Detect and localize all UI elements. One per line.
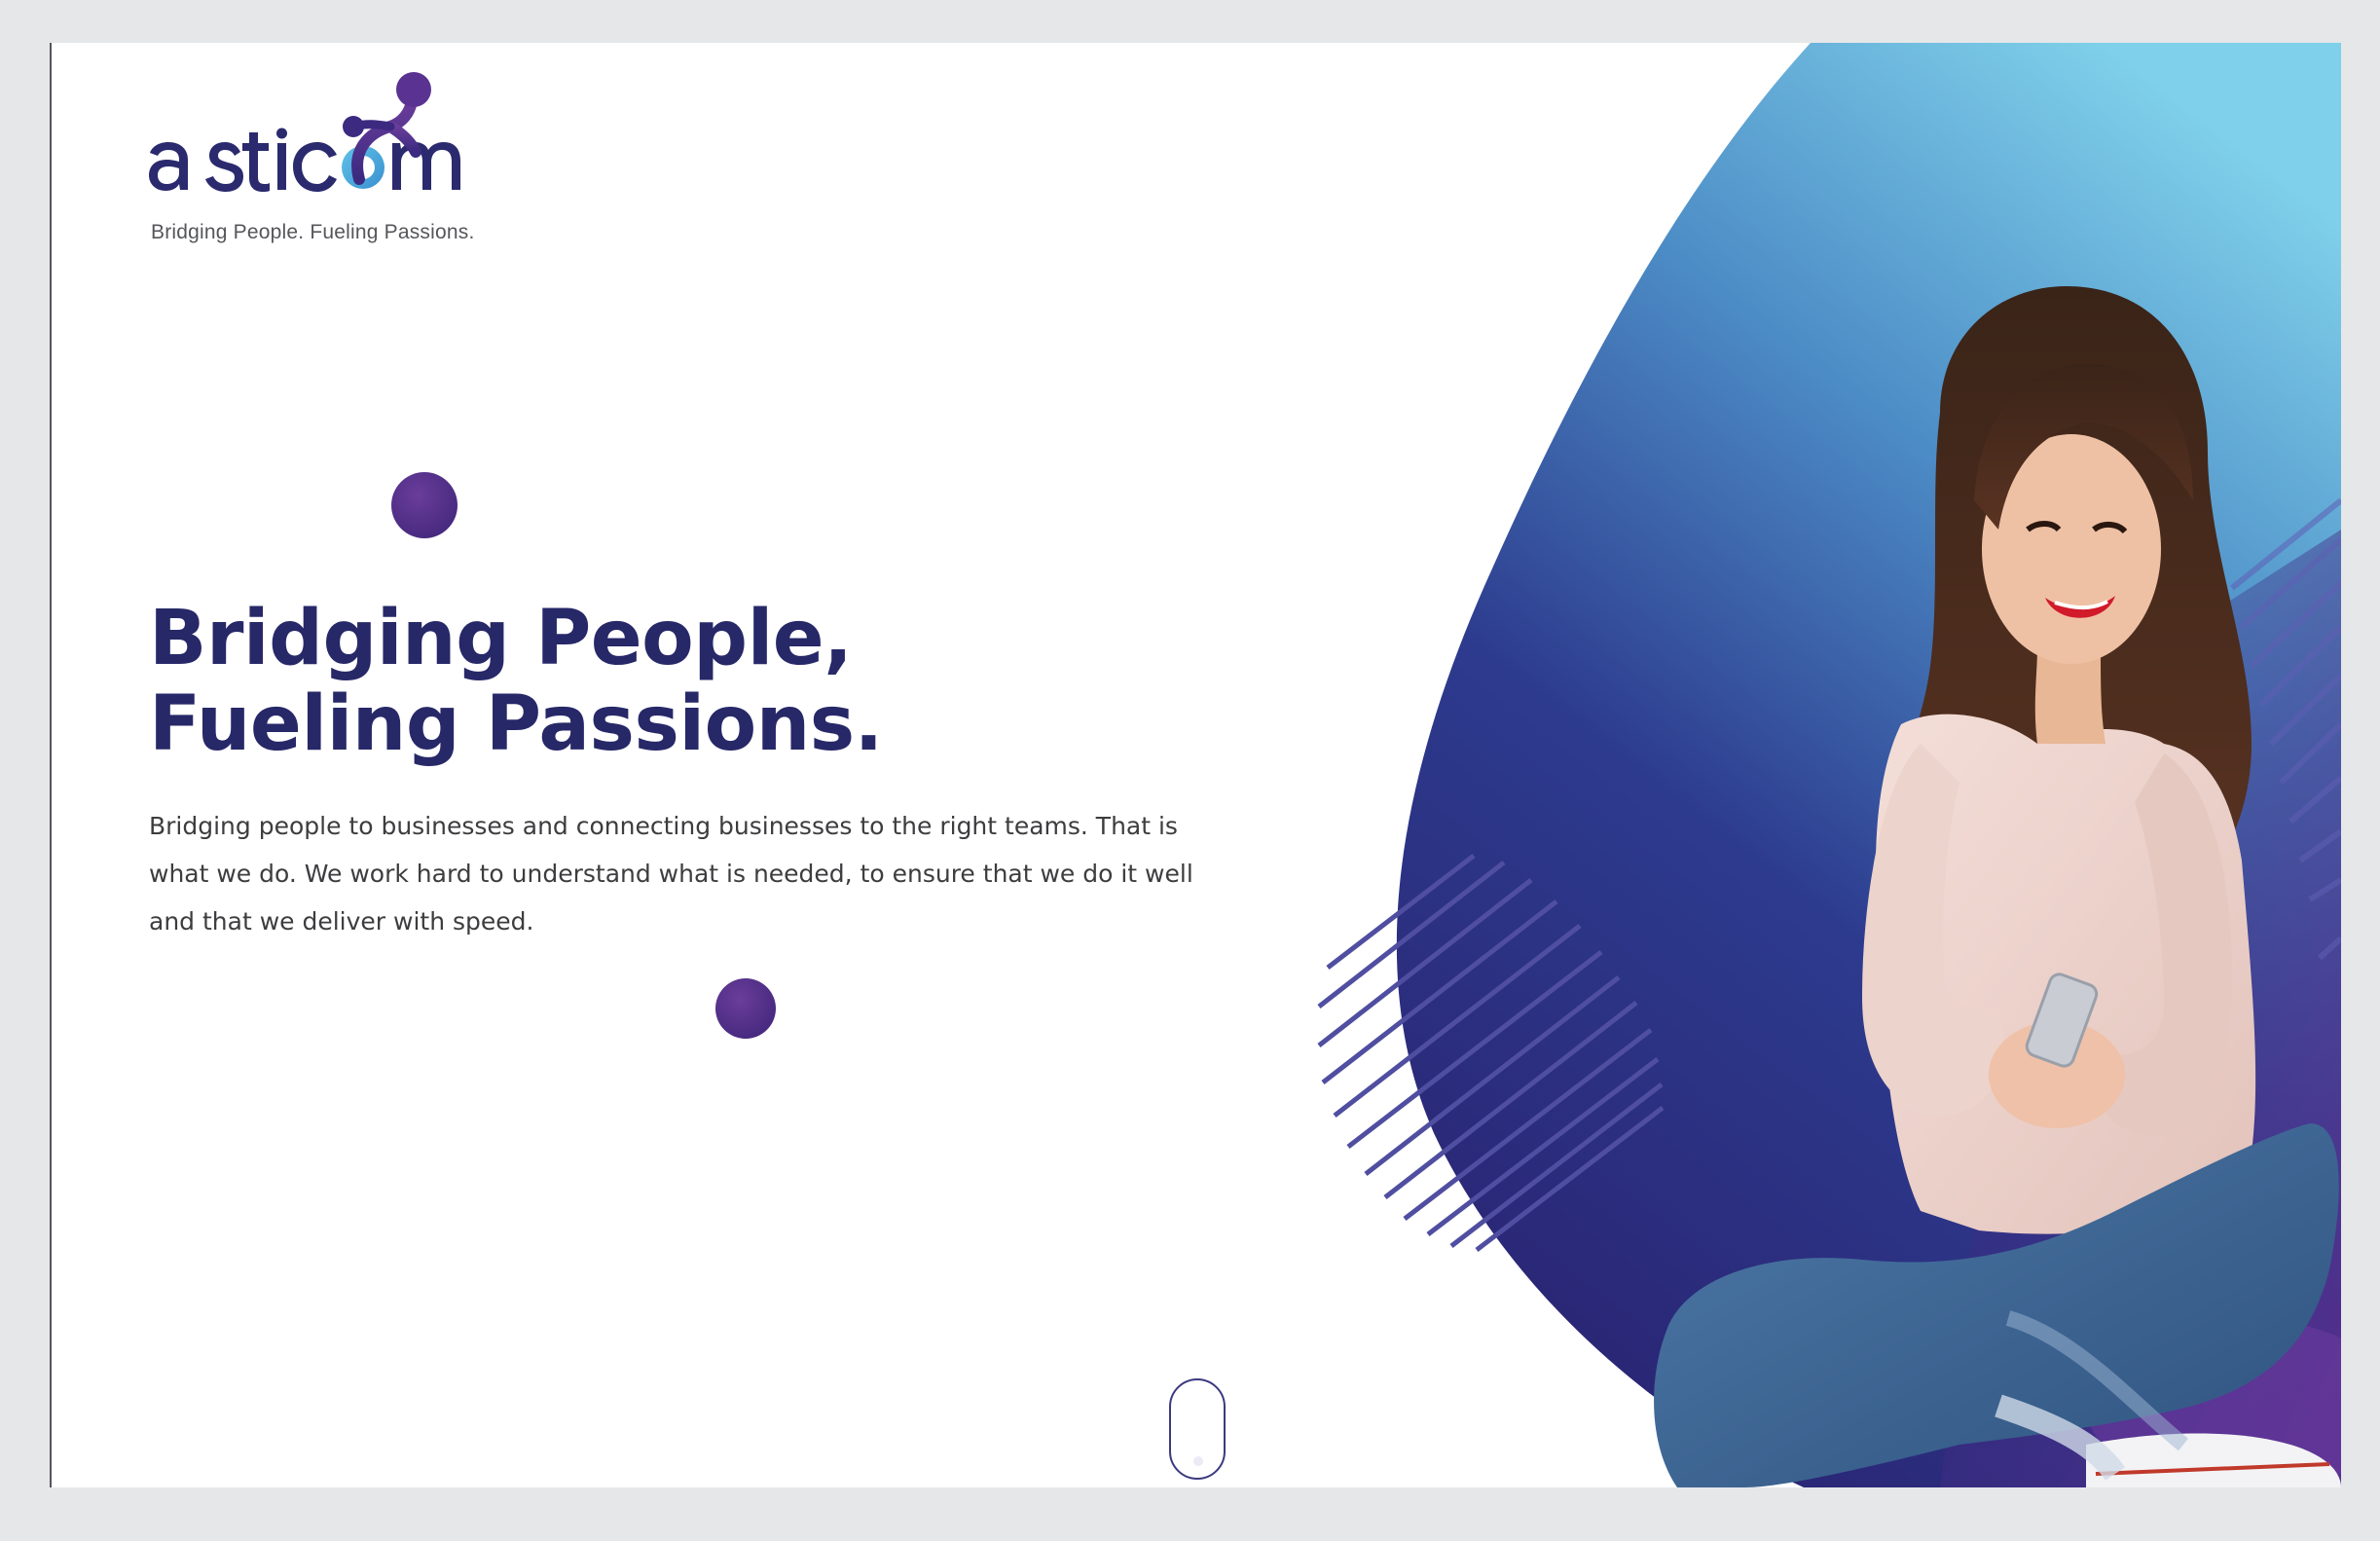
logo-tagline: Bridging People. Fueling Passions.: [151, 221, 475, 243]
hero-artwork: [1317, 43, 2341, 1487]
hero-title-line2: Fueling Passions.: [149, 680, 883, 768]
scroll-wheel-dot: [1193, 1456, 1203, 1466]
hero-title-line1: Bridging People,: [149, 595, 853, 682]
scroll-mouse-icon[interactable]: [1169, 1378, 1226, 1480]
logo[interactable]: Bridging People. Fueling Passions.: [149, 62, 499, 247]
decorative-dot-top: [391, 472, 458, 538]
hero-title: Bridging People, Fueling Passions.: [149, 596, 883, 767]
molecule-icon: [343, 72, 431, 185]
hero-description: Bridging people to businesses and connec…: [149, 812, 1193, 936]
decorative-dot-bottom: [715, 978, 776, 1039]
page-canvas: Bridging People. Fueling Passions. Bridg…: [50, 43, 2341, 1487]
